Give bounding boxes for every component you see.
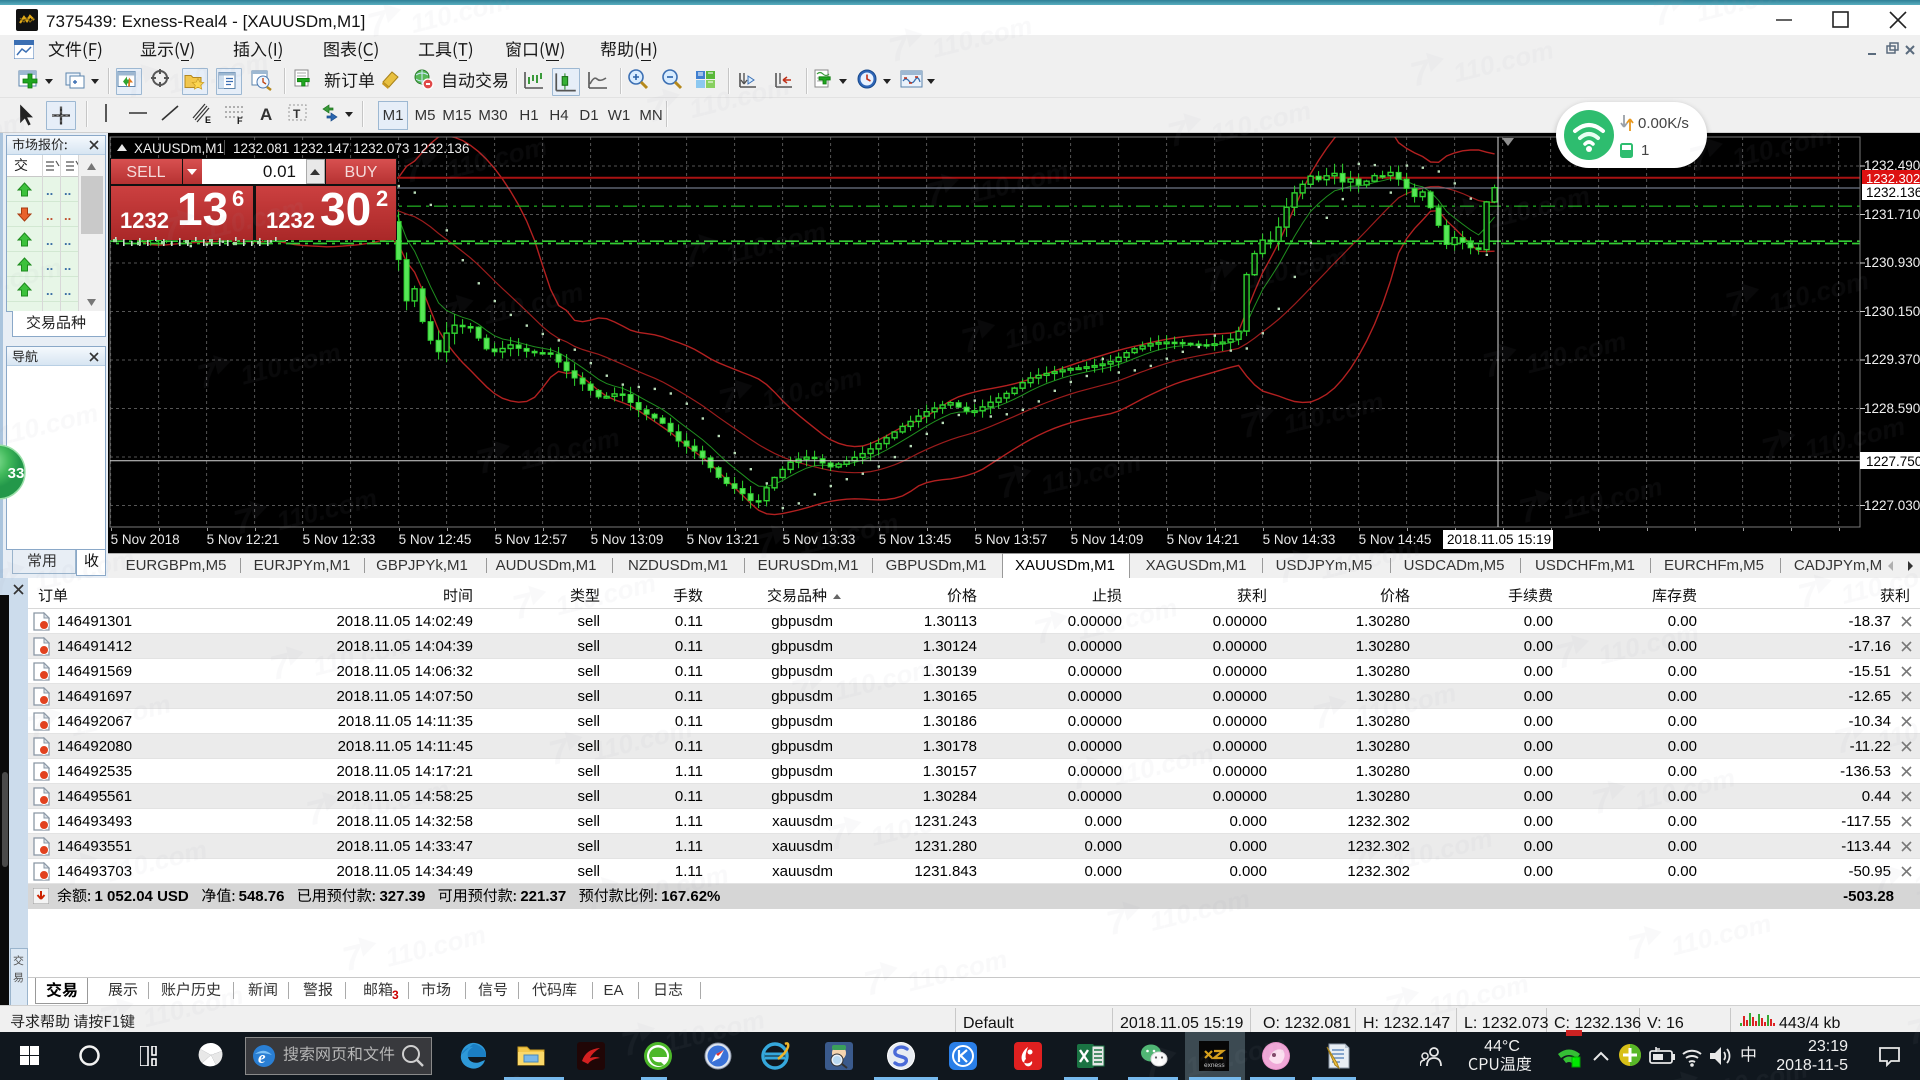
svg-text:T: T xyxy=(293,107,301,121)
svg-text:e: e xyxy=(258,1048,266,1067)
svg-text:E: E xyxy=(205,115,211,125)
svg-text:F: F xyxy=(237,116,243,125)
svg-text:A: A xyxy=(260,105,272,124)
svg-text:exness: exness xyxy=(1204,1062,1225,1069)
svg-text:33: 33 xyxy=(8,465,25,482)
